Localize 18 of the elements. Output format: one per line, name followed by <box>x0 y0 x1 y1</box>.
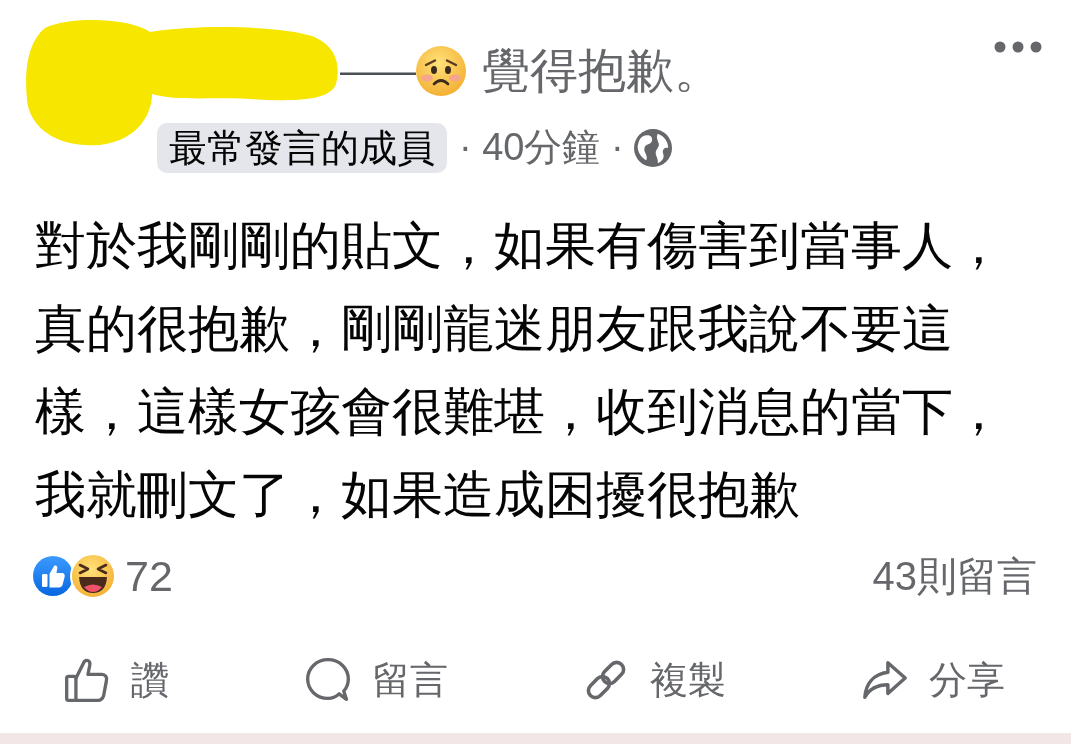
thumbs-up-icon <box>33 556 73 596</box>
post-time: · 40分鐘 · <box>459 125 624 170</box>
globe-icon <box>633 128 672 167</box>
more-icon[interactable] <box>994 40 1042 54</box>
share-button[interactable]: 分享 <box>852 650 1013 710</box>
thumbs-up-icon <box>63 656 111 704</box>
comment-count[interactable]: 43則留言 <box>872 548 1037 604</box>
feeling-text: 覺得抱歉。 <box>482 43 722 99</box>
laughing-face-icon <box>70 553 116 599</box>
comment-button[interactable]: 留言 <box>295 650 456 710</box>
copy-button[interactable]: 複製 <box>574 650 735 710</box>
worried-face-icon <box>416 46 466 96</box>
speech-bubble-icon <box>303 656 352 704</box>
member-badge: 最常發言的成員 <box>157 122 447 173</box>
reaction-count: 72 <box>125 551 173 601</box>
post-text: 對於我剛剛的貼文，如果有傷害到當事人， 真的很抱歉，剛剛龍迷朋友跟我說不要這 樣，這樣女孩會很難堪，收到消息的當下， 我就刪文了，如果造成困擾很抱歉 <box>34 216 1005 525</box>
like-button[interactable]: 讚 <box>55 650 177 710</box>
status-dash: —— <box>340 52 416 90</box>
